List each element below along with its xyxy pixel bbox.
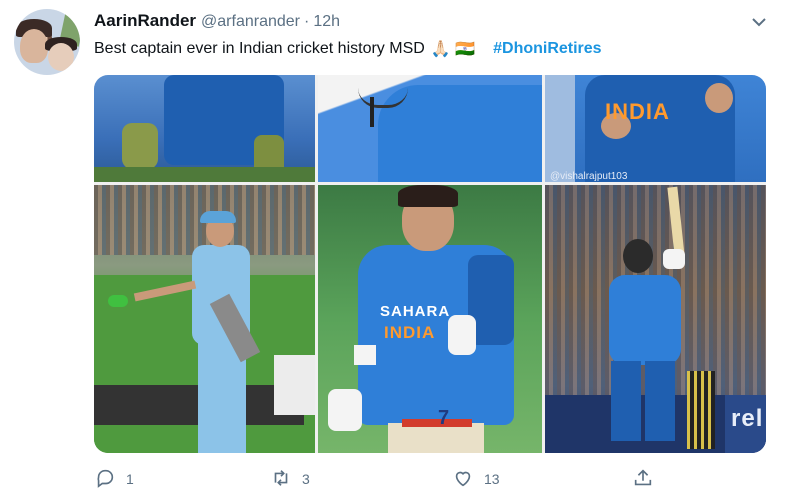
separator: · (304, 13, 310, 30)
tweet-text: Best captain ever in Indian cricket hist… (94, 39, 602, 59)
like-count: 13 (484, 471, 500, 487)
retweet-count: 3 (302, 471, 310, 487)
jersey-sponsor: SAHARA (380, 303, 451, 320)
heart-icon (452, 467, 474, 492)
photo-tile-6[interactable]: rel (545, 185, 766, 453)
watermark: @vishalrajput103 (550, 171, 628, 182)
timestamp[interactable]: 12h (313, 13, 340, 31)
tweet[interactable]: AarinRander @arfanrander · 12h Best capt… (0, 0, 800, 502)
reply-icon (94, 467, 116, 492)
chevron-down-icon[interactable] (747, 10, 771, 34)
jersey-text: INDIA (384, 323, 436, 342)
ad-text: rel (731, 405, 764, 432)
author-name[interactable]: AarinRander (94, 11, 196, 31)
retweet-icon (270, 467, 292, 492)
photo-tile-1[interactable] (94, 75, 315, 182)
photo-tile-2[interactable] (318, 75, 542, 182)
like-button[interactable]: 13 (452, 465, 500, 493)
jersey-number: 7 (438, 407, 451, 429)
emoji: 🙏🏻 🇮🇳 (430, 41, 476, 58)
tweet-body: Best captain ever in Indian cricket hist… (94, 40, 425, 57)
photo-tile-4[interactable] (94, 185, 315, 453)
tweet-header: AarinRander @arfanrander · 12h (94, 11, 340, 33)
hashtag-link[interactable]: #DhoniRetires (493, 40, 601, 58)
avatar[interactable] (14, 9, 80, 75)
author-handle[interactable]: @arfanrander (201, 13, 300, 31)
photo-tile-3[interactable]: INDIA (545, 75, 766, 182)
media-grid[interactable]: INDIA SAHARA INDIA 7 rel @vishalrajput10… (94, 75, 766, 453)
photo-tile-5[interactable]: SAHARA INDIA 7 (318, 185, 542, 453)
tweet-actions: 1 3 13 (94, 465, 694, 495)
jersey-text: INDIA (605, 99, 670, 124)
reply-count: 1 (126, 471, 134, 487)
reply-button[interactable]: 1 (94, 465, 134, 493)
retweet-button[interactable]: 3 (270, 465, 310, 493)
share-button[interactable] (632, 465, 664, 493)
share-icon (632, 467, 654, 492)
